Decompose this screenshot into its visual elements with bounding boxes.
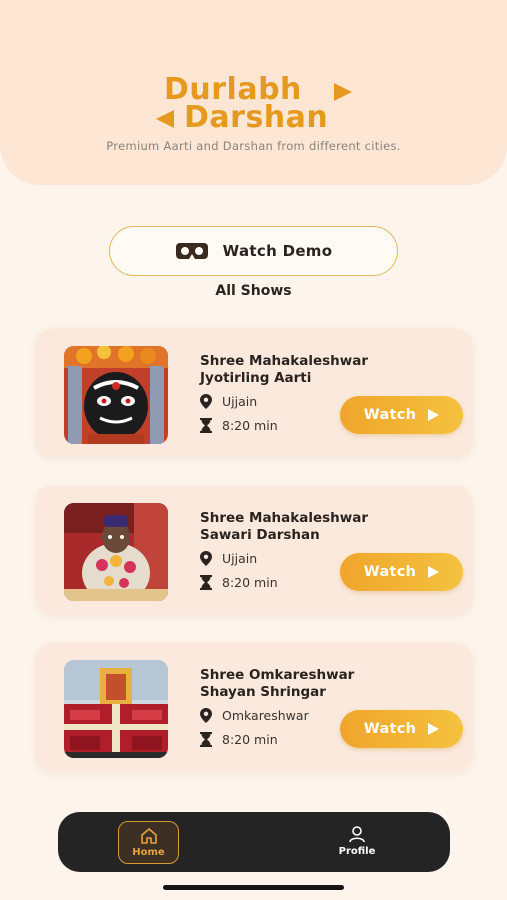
show-card[interactable]: Shree Omkareshwar Shayan Shringar Omkare…	[36, 643, 472, 771]
show-card[interactable]: Shree Mahakaleshwar Sawari Darshan Ujjai…	[36, 486, 472, 614]
duration-text: 8:20 min	[222, 575, 278, 590]
watch-button[interactable]: Watch	[340, 396, 463, 434]
app-logo: Durlabh Darshan	[150, 70, 360, 136]
logo-play-right-icon	[334, 83, 352, 101]
hourglass-icon	[200, 418, 212, 433]
hourglass-icon	[200, 575, 212, 590]
home-icon	[141, 828, 157, 844]
show-duration: 8:20 min	[200, 575, 278, 590]
show-location: Omkareshwar	[200, 708, 309, 723]
watch-label: Watch	[363, 564, 417, 580]
tagline: Premium Aarti and Darshan from different…	[106, 139, 401, 153]
show-title-line2: Jyotirling Aarti	[200, 370, 312, 386]
profile-icon	[349, 826, 365, 843]
nav-home[interactable]: Home	[118, 821, 179, 864]
location-text: Omkareshwar	[222, 708, 309, 723]
watch-label: Watch	[363, 407, 417, 423]
home-indicator[interactable]	[163, 885, 344, 890]
show-title-line2: Shayan Shringar	[200, 684, 326, 700]
nav-profile-label: Profile	[338, 846, 376, 857]
watch-label: Watch	[363, 721, 417, 737]
location-pin-icon	[200, 551, 212, 566]
watch-button[interactable]: Watch	[340, 553, 463, 591]
location-pin-icon	[200, 394, 212, 409]
show-duration: 8:20 min	[200, 732, 278, 747]
duration-text: 8:20 min	[222, 418, 278, 433]
play-icon	[428, 566, 440, 578]
show-title-line1: Shree Mahakaleshwar	[200, 353, 369, 369]
show-title: Shree Omkareshwar Shayan Shringar	[200, 667, 420, 701]
duration-text: 8:20 min	[222, 732, 278, 747]
show-title-line1: Shree Omkareshwar	[200, 667, 355, 683]
show-thumbnail	[64, 660, 168, 758]
hourglass-icon	[200, 732, 212, 747]
show-thumbnail	[64, 503, 168, 601]
play-icon	[428, 409, 440, 421]
section-title: All Shows	[215, 283, 292, 299]
watch-demo-label: Watch Demo	[222, 242, 333, 260]
logo-play-left-icon	[156, 110, 174, 128]
nav-home-label: Home	[132, 847, 165, 858]
location-text: Ujjain	[222, 394, 258, 409]
nav-profile[interactable]: Profile	[332, 824, 382, 864]
logo-text-line2: Darshan	[184, 100, 329, 135]
show-location: Ujjain	[200, 551, 257, 566]
location-text: Ujjain	[222, 551, 258, 566]
bottom-nav: Home Profile	[58, 812, 450, 872]
vr-headset-icon	[175, 243, 208, 259]
show-title: Shree Mahakaleshwar Jyotirling Aarti	[200, 353, 420, 387]
show-title: Shree Mahakaleshwar Sawari Darshan	[200, 510, 420, 544]
show-title-line1: Shree Mahakaleshwar	[200, 510, 369, 526]
show-thumbnail	[64, 346, 168, 444]
show-duration: 8:20 min	[200, 418, 278, 433]
header: Durlabh Darshan Premium Aarti and Darsha…	[0, 0, 507, 185]
location-pin-icon	[200, 708, 212, 723]
watch-button[interactable]: Watch	[340, 710, 463, 748]
play-icon	[428, 723, 440, 735]
show-location: Ujjain	[200, 394, 257, 409]
show-card[interactable]: Shree Mahakaleshwar Jyotirling Aarti Ujj…	[36, 329, 472, 457]
show-title-line2: Sawari Darshan	[200, 527, 320, 543]
watch-demo-button[interactable]: Watch Demo	[109, 226, 398, 276]
